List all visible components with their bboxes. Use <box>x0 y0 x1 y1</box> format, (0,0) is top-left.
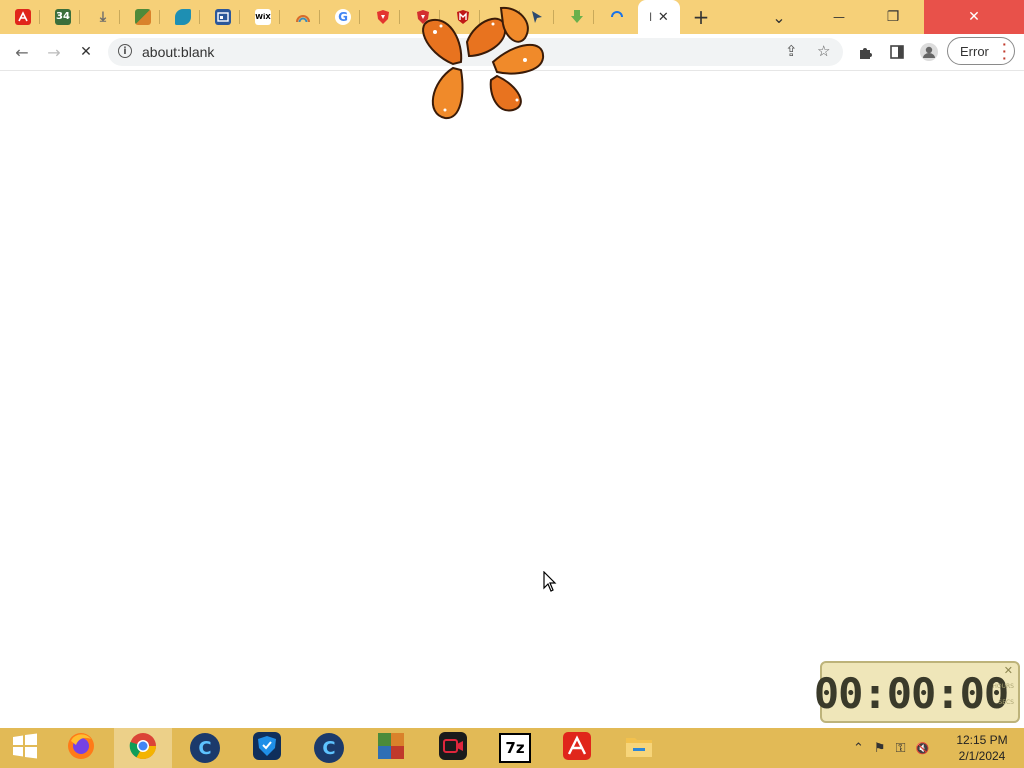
minimize-button[interactable]: — <box>820 0 858 34</box>
extensions-icon[interactable] <box>851 38 879 66</box>
taskbar-winrar[interactable] <box>362 728 420 768</box>
bookmark-star-icon[interactable]: ☆ <box>817 42 830 60</box>
tab-puzzle[interactable] <box>126 4 160 30</box>
network-icon[interactable]: ⚿ <box>896 741 906 756</box>
calendar-window-icon <box>215 9 231 25</box>
desktop-clock-widget[interactable]: ✕ 00:00:00 HOURS SECS <box>813 661 1020 723</box>
screen-recorder-icon <box>438 731 468 766</box>
shield-red-icon <box>375 9 391 25</box>
download-icon: ⤓ <box>99 9 107 25</box>
tab-active[interactable]: l ✕ <box>638 0 680 34</box>
rainbow-icon <box>295 9 311 25</box>
error-button[interactable]: Error · · · <box>947 37 1015 65</box>
bluegreen-shape-icon <box>175 9 191 25</box>
tab-acrobat[interactable] <box>6 4 40 30</box>
restore-button[interactable]: ❐ <box>874 0 912 34</box>
tab-rainbow[interactable] <box>286 4 320 30</box>
google-icon: G <box>335 9 351 25</box>
new-tab-button[interactable]: + <box>686 0 716 34</box>
loading-spinner-icon <box>609 9 625 25</box>
firefox-icon <box>66 731 96 766</box>
taskbar-7zip[interactable]: 7z <box>486 728 544 768</box>
tab-green-download[interactable] <box>560 4 594 30</box>
active-tab-title: l <box>649 10 652 24</box>
clock-date: 2/1/2024 <box>958 749 1006 763</box>
7zip-icon: 7z <box>499 733 531 763</box>
share-icon[interactable]: ⇪ <box>785 42 798 60</box>
profile-avatar-icon[interactable] <box>915 38 943 66</box>
taskbar-chrome[interactable] <box>114 728 172 768</box>
chrome-icon <box>128 731 158 766</box>
tab-search-button[interactable]: ⌄ <box>764 0 794 34</box>
close-tab-icon[interactable]: ✕ <box>658 9 669 25</box>
windows-start-icon <box>12 733 38 764</box>
tab-loading[interactable] <box>600 4 634 30</box>
taskbar-ccleaner-1[interactable]: C <box>176 728 234 768</box>
file-explorer-icon <box>624 731 654 766</box>
taskbar-firefox[interactable] <box>52 728 110 768</box>
taskbar-screen-recorder[interactable] <box>424 728 482 768</box>
mouse-cursor-icon <box>543 570 557 593</box>
shield-app-icon <box>252 731 282 766</box>
puzzle-colorful-icon <box>135 9 151 25</box>
widget-side-label-top: HOURS <box>992 683 1014 690</box>
taskbar-acrobat[interactable] <box>548 728 606 768</box>
url-text[interactable]: about:blank <box>142 44 214 60</box>
widget-side-label-bottom: SECS <box>998 699 1014 706</box>
acrobat-icon <box>562 731 592 766</box>
clock-time: 12:15 PM <box>956 733 1008 747</box>
taskbar-shield-app[interactable] <box>238 728 296 768</box>
show-hidden-icons-icon[interactable]: ⌃ <box>853 741 864 756</box>
countdown-time: 00:00:00 <box>813 668 1009 718</box>
taskbar-ccleaner-2[interactable]: C <box>300 728 358 768</box>
system-tray: ⌃ ⚑ ⚿ 🔇 <box>848 728 934 768</box>
taskbar: C C 7z ⌃ ⚑ ⚿ 🔇 12:15 PM 2/1/2024 <box>0 728 1024 768</box>
tab-google[interactable]: G <box>326 4 360 30</box>
side-panel-icon[interactable] <box>883 38 911 66</box>
butterfly-desktop-animation <box>405 2 555 132</box>
game-34-icon: 34 <box>55 9 71 25</box>
tab-game-34[interactable]: 34 <box>46 4 80 30</box>
action-center-flag-icon[interactable]: ⚑ <box>874 741 886 756</box>
back-button[interactable]: ← <box>8 38 36 66</box>
tab-calendar[interactable] <box>206 4 240 30</box>
tab-bluegreen[interactable] <box>166 4 200 30</box>
acrobat-icon <box>15 9 31 25</box>
stop-loading-button[interactable]: ✕ <box>72 38 100 66</box>
wix-icon: WiX <box>255 9 271 25</box>
error-label: Error <box>960 44 989 59</box>
tab-download[interactable]: ⤓ <box>86 4 120 30</box>
site-info-icon[interactable]: i <box>118 44 132 58</box>
taskbar-clock[interactable]: 12:15 PM 2/1/2024 <box>950 732 1014 764</box>
forward-button[interactable]: → <box>40 38 68 66</box>
green-download-icon <box>569 9 585 25</box>
start-button[interactable] <box>0 728 50 768</box>
ccleaner-icon: C <box>190 733 220 763</box>
ccleaner-icon: C <box>314 733 344 763</box>
close-window-button[interactable]: ✕ <box>924 0 1024 34</box>
tab-wix[interactable]: WiX <box>246 4 280 30</box>
volume-muted-icon[interactable]: 🔇 <box>915 742 929 755</box>
taskbar-file-explorer[interactable] <box>610 728 668 768</box>
menu-dots-icon[interactable]: · · · <box>1002 37 1007 65</box>
winrar-colorful-icon <box>376 731 406 766</box>
tab-shield-1[interactable] <box>366 4 400 30</box>
